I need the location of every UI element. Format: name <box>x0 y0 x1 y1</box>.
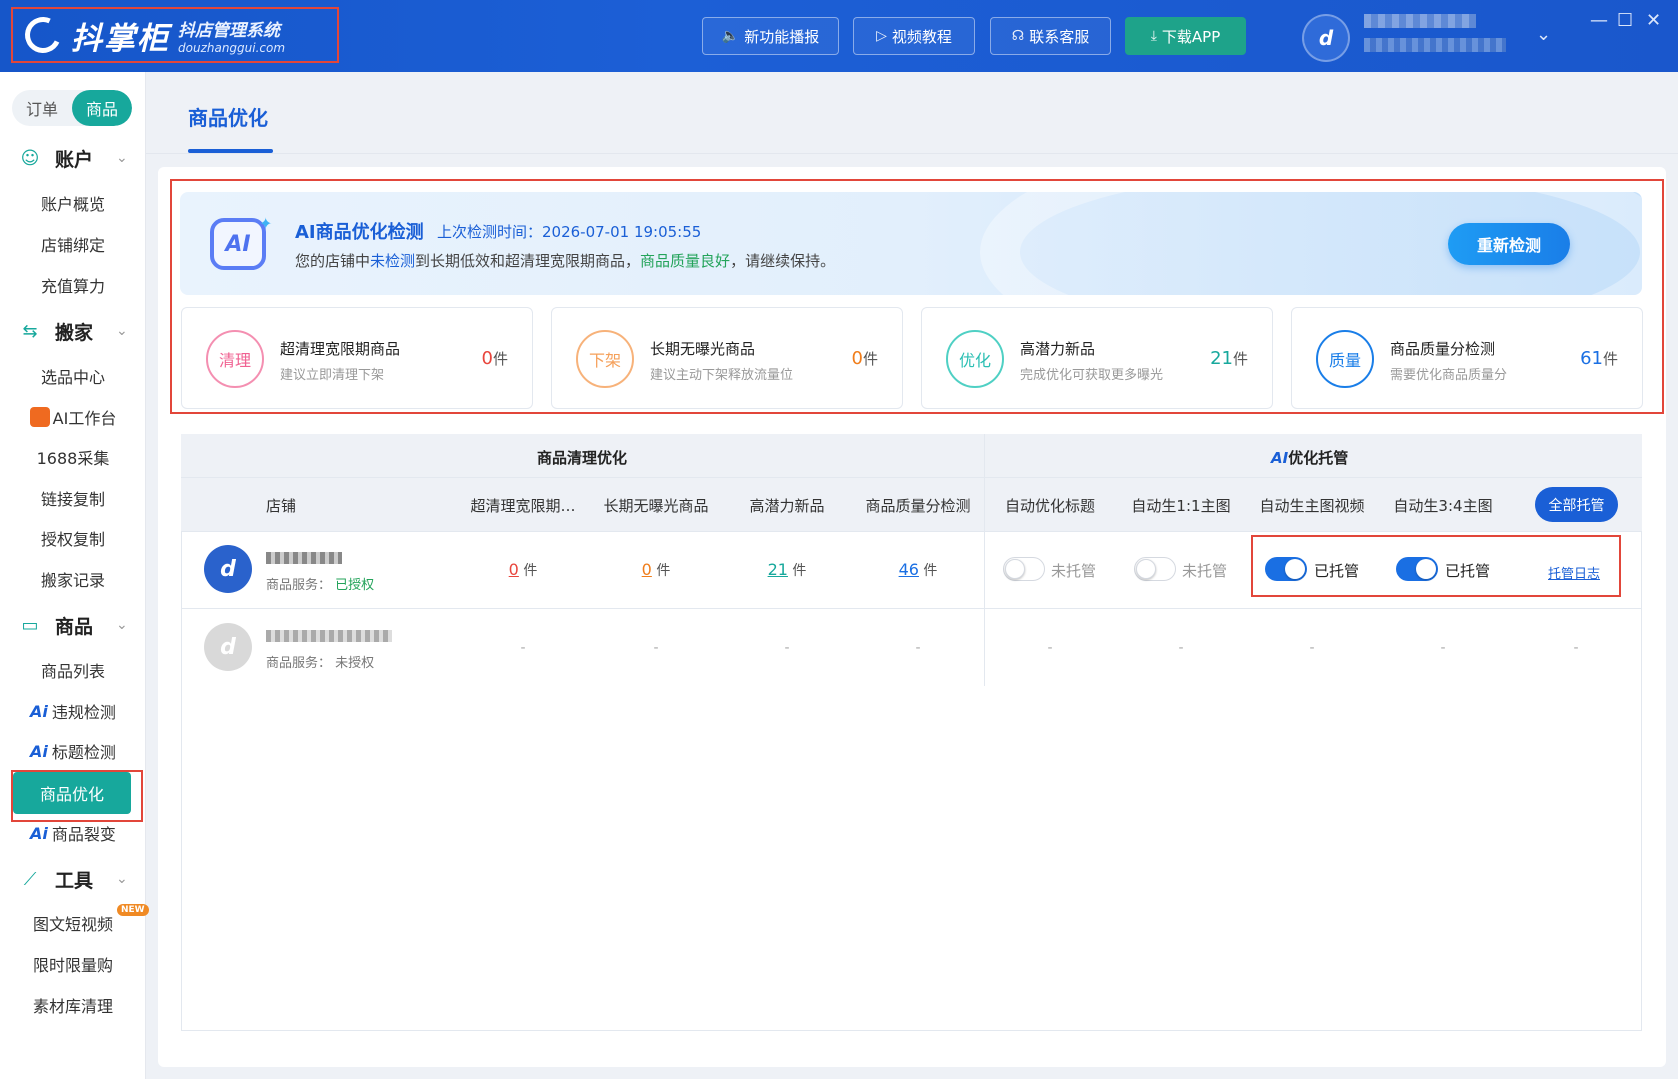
headset-icon: ☊ <box>1011 28 1025 44</box>
column-auto-video: 自动生主图视频 <box>1259 497 1365 515</box>
product-service-status: 商品服务： 已授权 <box>266 578 375 593</box>
column-potential: 高潜力新品 <box>749 497 825 515</box>
sidebar-item-product-list[interactable]: 商品列表 <box>0 653 146 687</box>
feature-news-button[interactable]: 🔈 新功能播报 <box>702 17 839 55</box>
minimize-icon[interactable]: — <box>1590 10 1608 31</box>
empty-cell: - <box>1440 640 1446 656</box>
sidebar-item-ai-workbench[interactable]: AI工作台 <box>0 400 146 434</box>
sidebar-group-account[interactable]: ☺ 账户 ⌄ <box>0 140 146 176</box>
column-shop: 店铺 <box>265 497 297 515</box>
close-icon[interactable]: ✕ <box>1646 10 1661 31</box>
sidebar-item-1688-collect[interactable]: 1688采集 <box>0 440 146 474</box>
empty-cell: - <box>520 640 526 656</box>
column-overdue: 超清理宽限期… <box>470 497 576 515</box>
sidebar-group-tools[interactable]: ⟋ 工具 ⌄ <box>0 861 146 897</box>
auto-1-1-status: 未托管 <box>1182 562 1228 580</box>
video-tutorial-button[interactable]: ▷ 视频教程 <box>853 17 975 55</box>
column-auto-title: 自动优化标题 <box>1004 497 1096 515</box>
shop-name-blurred <box>266 552 342 564</box>
download-icon: ⤓ <box>1150 28 1157 44</box>
shop-avatar: d <box>204 545 252 593</box>
sidebar-group-move[interactable]: ⇆ 搬家 ⌄ <box>0 313 146 349</box>
sidebar-item-account-overview[interactable]: 账户概览 <box>0 186 146 220</box>
top-bar: 抖掌柜 抖店管理系统 douzhanggui.com 🔈 新功能播报 ▷ 视频教程 … <box>0 0 1678 72</box>
account-icon: ☺ <box>20 147 40 169</box>
group-header-clean: 商品清理优化 <box>537 449 628 467</box>
chevron-down-icon: ⌄ <box>116 150 128 166</box>
sidebar-item-material-clean[interactable]: 素材库清理 <box>0 988 146 1022</box>
sidebar-item-shop-bind[interactable]: 店铺绑定 <box>0 227 146 261</box>
product-service-status: 商品服务： 未授权 <box>266 656 375 671</box>
sidebar-item-move-record[interactable]: 搬家记录 <box>0 562 146 596</box>
sidebar-item-selection[interactable]: 选品中心 <box>0 359 146 393</box>
chevron-down-icon: ⌄ <box>116 617 128 633</box>
download-app-button[interactable]: ⤓ 下载APP <box>1125 17 1246 55</box>
detection-highlight <box>170 179 1664 414</box>
ai-icon: Ai <box>30 823 48 843</box>
auto-title-toggle[interactable] <box>1003 557 1045 581</box>
empty-cell: - <box>915 640 921 656</box>
maximize-icon[interactable]: ☐ <box>1617 10 1633 31</box>
sidebar-item-product-optimize[interactable]: 商品优化 <box>13 772 131 814</box>
column-auto-1-1: 自动生1:1主图 <box>1131 497 1231 515</box>
sidebar-item-video[interactable]: 图文短视频 NEW <box>0 904 149 940</box>
chevron-down-icon: ⌄ <box>116 871 128 887</box>
group-header-ai-trust: AI优化托管 <box>1271 449 1349 467</box>
app-logo[interactable]: 抖掌柜 抖店管理系统 douzhanggui.com <box>11 7 339 63</box>
potential-count[interactable]: 21 件 <box>768 560 807 580</box>
logo-mark-icon <box>19 11 67 59</box>
table-group-header <box>181 434 1642 478</box>
tab-product-optimize[interactable]: 商品优化 <box>188 102 268 131</box>
column-auto-3-4: 自动生3:4主图 <box>1393 497 1493 515</box>
empty-cell: - <box>1047 640 1053 656</box>
sidebar-item-flash-sale[interactable]: 限时限量购 <box>0 947 146 981</box>
empty-cell: - <box>653 640 659 656</box>
sidebar-item-product-fission[interactable]: Ai 商品裂变 <box>0 816 146 850</box>
empty-cell: - <box>784 640 790 656</box>
logo-subtitle: 抖店管理系统 douzhanggui.com <box>178 20 286 55</box>
sidebar-group-product[interactable]: ▭ 商品 ⌄ <box>0 607 146 643</box>
tab-separator <box>146 153 1678 154</box>
empty-cell: - <box>1309 640 1315 656</box>
empty-cell: - <box>1178 640 1184 656</box>
auto-title-status: 未托管 <box>1051 562 1097 580</box>
sidebar-item-title-check[interactable]: Ai 标题检测 <box>0 734 146 768</box>
quality-count[interactable]: 46 件 <box>899 560 938 580</box>
shop-name-blurred <box>266 630 392 642</box>
logo-title: 抖掌柜 <box>71 20 170 57</box>
sidebar-item-recharge[interactable]: 充值算力 <box>0 268 146 302</box>
column-quality: 商品质量分检测 <box>865 497 971 515</box>
column-no-exposure: 长期无曝光商品 <box>603 497 709 515</box>
sidebar-item-link-copy[interactable]: 链接复制 <box>0 481 146 515</box>
new-badge: NEW <box>117 904 149 916</box>
sidebar-item-auth-copy[interactable]: 授权复制 <box>0 521 146 555</box>
all-trust-button[interactable]: 全部托管 <box>1535 487 1618 522</box>
move-icon: ⇆ <box>22 320 38 342</box>
play-icon: ▷ <box>876 28 887 44</box>
empty-cell: - <box>1573 640 1579 656</box>
ai-icon: Ai <box>30 741 48 761</box>
user-name-blurred <box>1364 14 1476 28</box>
auto-1-1-toggle[interactable] <box>1134 557 1176 581</box>
ai-icon: Ai <box>30 701 48 721</box>
chevron-down-icon[interactable]: ⌄ <box>1536 24 1551 45</box>
overdue-count[interactable]: 0 件 <box>509 560 538 580</box>
speaker-icon: 🔈 <box>721 28 740 44</box>
toggle-highlight <box>1251 535 1621 597</box>
1688-icon <box>29 407 50 427</box>
user-id-blurred <box>1364 38 1506 52</box>
no-exposure-count[interactable]: 0 件 <box>642 560 671 580</box>
shop-icon: ▭ <box>21 614 39 636</box>
sidebar-item-violation-check[interactable]: Ai 违规检测 <box>0 694 146 728</box>
chevron-down-icon: ⌄ <box>116 323 128 339</box>
contact-service-button[interactable]: ☊ 联系客服 <box>990 17 1111 55</box>
shop-avatar: d <box>204 623 252 671</box>
user-avatar[interactable]: d <box>1302 14 1350 62</box>
chart-line-icon: ⟋ <box>23 868 37 890</box>
